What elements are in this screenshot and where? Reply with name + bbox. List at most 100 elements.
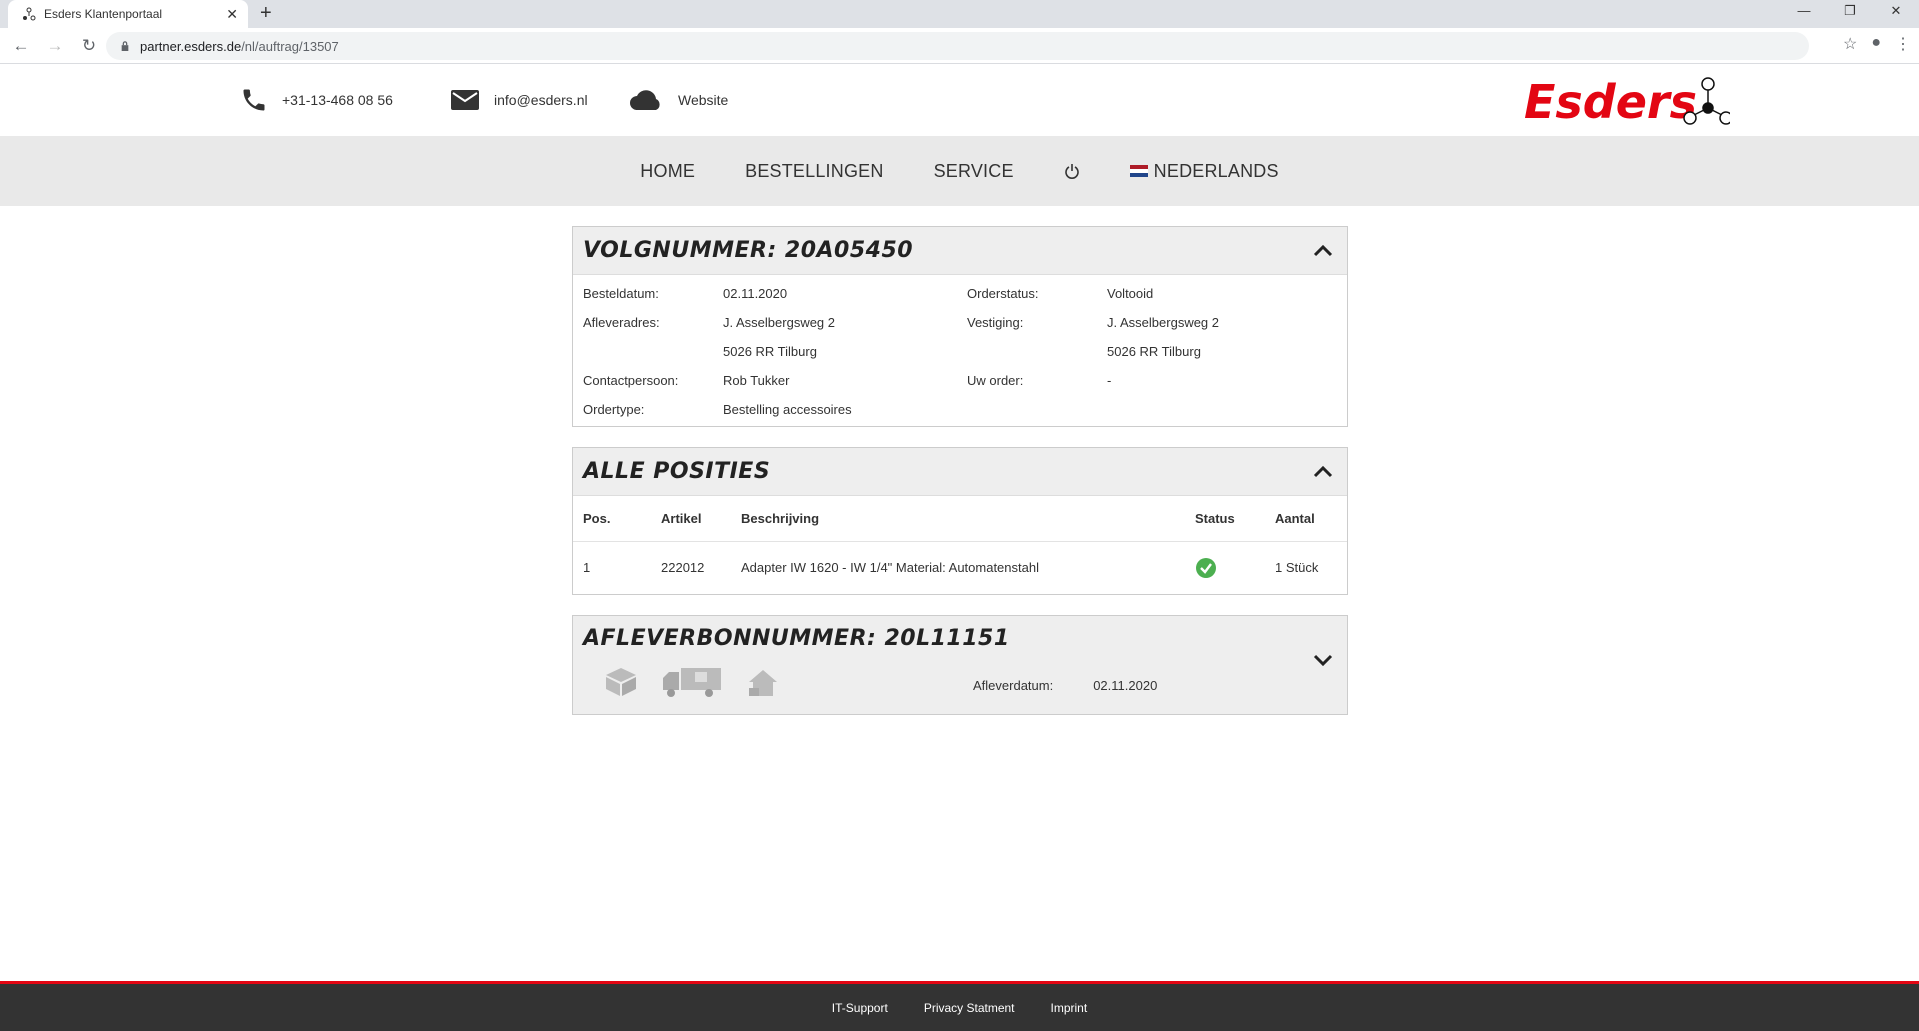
email-address: info@esders.nl bbox=[494, 92, 588, 108]
nav-orders[interactable]: BESTELLINGEN bbox=[720, 161, 908, 182]
your-order-label: Uw order: bbox=[967, 373, 1024, 388]
cell-description: Adapter IW 1620 - IW 1/4" Material: Auto… bbox=[741, 560, 1039, 576]
delivery-panel: AFLEVERBONNUMMER: 20L11151 Afleverdatum:… bbox=[572, 615, 1348, 715]
table-row[interactable]: 1 222012 Adapter IW 1620 - IW 1/4" Mater… bbox=[573, 541, 1347, 594]
col-description: Beschrijving bbox=[731, 496, 1185, 542]
menu-dots-icon[interactable]: ⋮ bbox=[1895, 34, 1911, 54]
footer-imprint-link[interactable]: Imprint bbox=[1051, 1001, 1088, 1015]
close-window-icon[interactable]: ✕ bbox=[1873, 0, 1919, 28]
contact-person-value: Rob Tukker bbox=[723, 373, 790, 388]
positions-panel-header[interactable]: ALLE POSITIES bbox=[573, 448, 1347, 496]
chevron-down-icon[interactable] bbox=[1313, 654, 1333, 666]
col-status: Status bbox=[1185, 496, 1265, 542]
website-contact[interactable]: Website bbox=[628, 64, 728, 136]
delivery-address-label: Afleveradres: bbox=[583, 315, 660, 330]
order-status-label: Orderstatus: bbox=[967, 286, 1039, 301]
delivery-number-title: AFLEVERBONNUMMER: 20L11151 bbox=[583, 626, 1010, 651]
nav-language[interactable]: NEDERLANDS bbox=[1105, 161, 1304, 182]
esders-logo[interactable]: Esders bbox=[1524, 74, 1733, 133]
empty-cell bbox=[583, 337, 723, 366]
order-panel-header[interactable]: VOLGNUMMER: 20A05450 bbox=[573, 227, 1347, 275]
bookmark-star-icon[interactable]: ☆ bbox=[1843, 34, 1857, 54]
order-date-value: 02.11.2020 bbox=[723, 286, 788, 301]
positions-table: Pos. Artikel Beschrijving Status Aantal … bbox=[573, 496, 1347, 594]
branch-label: Vestiging: bbox=[967, 315, 1024, 330]
table-header-row: Pos. Artikel Beschrijving Status Aantal bbox=[573, 496, 1347, 542]
mail-icon bbox=[451, 90, 479, 110]
main-navigation: HOME BESTELLINGEN SERVICE NEDERLANDS bbox=[0, 136, 1919, 206]
branch-city-value: 5026 RR Tilburg bbox=[1107, 344, 1201, 359]
order-panel: VOLGNUMMER: 20A05450 Besteldatum: 02.11.… bbox=[572, 226, 1348, 427]
package-box-icon bbox=[606, 668, 636, 696]
delivery-date-value: 02.11.2020 bbox=[1093, 678, 1158, 693]
email-contact[interactable]: info@esders.nl bbox=[450, 64, 588, 136]
browser-toolbar: ← → ↻ partner.esders.de/nl/auftrag/13507… bbox=[0, 28, 1919, 64]
back-arrow-icon[interactable]: ← bbox=[8, 36, 34, 56]
minimize-icon[interactable]: — bbox=[1781, 0, 1827, 28]
delivery-street-value: J. Asselbergsweg 2 bbox=[723, 315, 836, 330]
cell-pos: 1 bbox=[583, 560, 591, 576]
browser-tab[interactable]: Esders Klantenportaal ✕ bbox=[8, 0, 248, 28]
logout-power-icon[interactable] bbox=[1039, 163, 1105, 179]
order-status-value: Voltooid bbox=[1107, 286, 1154, 301]
phone-contact[interactable]: +31-13-468 08 56 bbox=[240, 64, 393, 136]
delivery-progress bbox=[603, 666, 781, 698]
col-pos: Pos. bbox=[573, 496, 651, 542]
empty-cell bbox=[967, 337, 1107, 366]
phone-number: +31-13-468 08 56 bbox=[282, 92, 393, 108]
nav-service[interactable]: SERVICE bbox=[909, 161, 1039, 182]
order-details: Besteldatum: 02.11.2020 Orderstatus: Vol… bbox=[573, 275, 1347, 426]
forward-arrow-icon[interactable]: → bbox=[42, 36, 68, 56]
col-quantity: Aantal bbox=[1265, 496, 1347, 542]
delivery-date-label: Afleverdatum: bbox=[973, 678, 1054, 693]
positions-panel: ALLE POSITIES Pos. Artikel Beschrijving … bbox=[572, 447, 1348, 595]
delivery-city-value: 5026 RR Tilburg bbox=[723, 344, 817, 359]
your-order-value: - bbox=[1107, 373, 1112, 388]
order-number-title: VOLGNUMMER: 20A05450 bbox=[583, 238, 914, 263]
nav-home[interactable]: HOME bbox=[615, 161, 720, 182]
order-type-label: Ordertype: bbox=[583, 402, 645, 417]
col-article: Artikel bbox=[651, 496, 731, 542]
positions-title: ALLE POSITIES bbox=[583, 459, 771, 484]
language-label: NEDERLANDS bbox=[1153, 160, 1279, 181]
order-type-value: Bestelling accessoires bbox=[723, 402, 852, 417]
lock-icon bbox=[121, 41, 129, 51]
cloud-icon bbox=[630, 90, 660, 110]
logo-text: Esders bbox=[1524, 75, 1697, 128]
chevron-up-icon[interactable] bbox=[1313, 244, 1333, 257]
contact-person-label: Contactpersoon: bbox=[583, 373, 679, 388]
delivery-panel-header[interactable]: AFLEVERBONNUMMER: 20L11151 Afleverdatum:… bbox=[573, 616, 1347, 714]
order-date-label: Besteldatum: bbox=[583, 286, 659, 301]
house-delivered-icon bbox=[749, 670, 777, 696]
browser-tabbar: Esders Klantenportaal ✕ + — ❐ ✕ bbox=[0, 0, 1919, 28]
empty-cell bbox=[1107, 395, 1337, 424]
delivery-date: Afleverdatum: 02.11.2020 bbox=[973, 678, 1157, 693]
window-controls: — ❐ ✕ bbox=[1781, 0, 1919, 28]
order-content: VOLGNUMMER: 20A05450 Besteldatum: 02.11.… bbox=[572, 226, 1348, 735]
delivery-truck-icon bbox=[663, 668, 721, 697]
footer-privacy-link[interactable]: Privacy Statment bbox=[924, 1001, 1015, 1015]
new-tab-icon[interactable]: + bbox=[260, 2, 272, 25]
empty-cell bbox=[967, 395, 1107, 424]
cell-status bbox=[1185, 541, 1265, 594]
url-path: /nl/auftrag/13507 bbox=[241, 38, 339, 54]
close-tab-icon[interactable]: ✕ bbox=[226, 6, 238, 23]
netherlands-flag-icon bbox=[1129, 165, 1148, 177]
footer-it-support-link[interactable]: IT-Support bbox=[832, 1001, 888, 1015]
website-link: Website bbox=[678, 92, 729, 108]
url-host: partner.esders.de bbox=[140, 38, 242, 54]
tab-title: Esders Klantenportaal bbox=[44, 7, 163, 21]
reload-icon[interactable]: ↻ bbox=[76, 36, 102, 56]
check-circle-icon bbox=[1196, 557, 1216, 578]
profile-icon[interactable]: ● bbox=[1871, 34, 1881, 54]
phone-icon bbox=[243, 89, 265, 111]
contact-bar: +31-13-468 08 56 info@esders.nl Website … bbox=[0, 64, 1919, 136]
cell-article: 222012 bbox=[661, 560, 705, 576]
address-bar[interactable]: partner.esders.de/nl/auftrag/13507 bbox=[106, 32, 1809, 60]
restore-icon[interactable]: ❐ bbox=[1827, 0, 1873, 28]
esders-favicon-icon bbox=[22, 7, 36, 21]
cell-quantity: 1 Stück bbox=[1275, 560, 1319, 576]
page-footer: IT-Support Privacy Statment Imprint bbox=[0, 981, 1919, 1031]
chevron-up-icon[interactable] bbox=[1313, 465, 1333, 478]
branch-street-value: J. Asselbergsweg 2 bbox=[1107, 315, 1220, 330]
